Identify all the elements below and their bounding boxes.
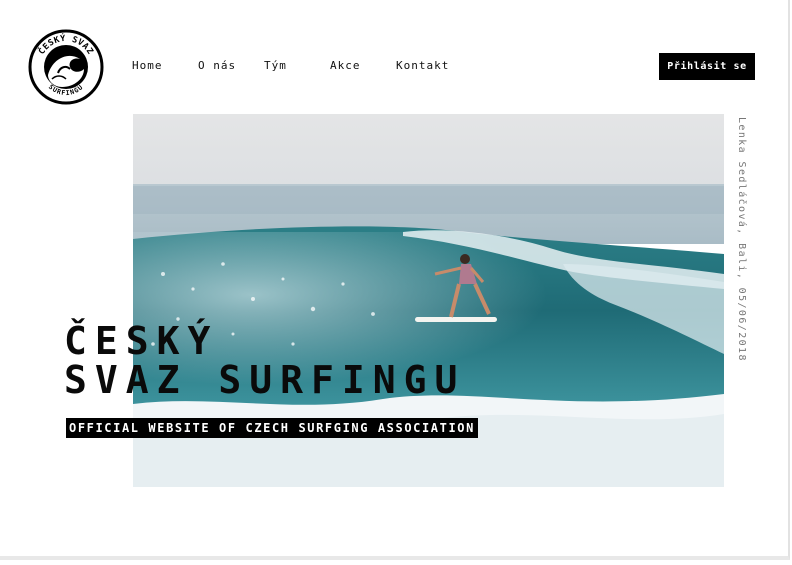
hero-title: ČESKÝ SVAZ SURFINGU xyxy=(64,322,465,400)
logo-emblem: ČESKÝ SVAZ SURFINGU xyxy=(28,29,104,105)
hero-subtitle: OFFICIAL WEBSITE OF CZECH SURFGING ASSOC… xyxy=(66,418,478,438)
site-logo[interactable]: ČESKÝ SVAZ SURFINGU xyxy=(28,29,104,105)
nav-home[interactable]: Home xyxy=(132,59,163,72)
nav-team[interactable]: Tým xyxy=(264,59,287,72)
nav-about[interactable]: O nás xyxy=(198,59,236,72)
nav-events[interactable]: Akce xyxy=(330,59,361,72)
hero-title-line2: SVAZ SURFINGU xyxy=(64,358,466,402)
hero-title-line1: ČESKÝ xyxy=(64,319,219,363)
nav-contact[interactable]: Kontakt xyxy=(396,59,449,72)
login-button[interactable]: Přihlásit se xyxy=(659,53,755,80)
photo-credit: Lenka Sedláčová, Bali, 05/06/2018 xyxy=(736,117,747,362)
